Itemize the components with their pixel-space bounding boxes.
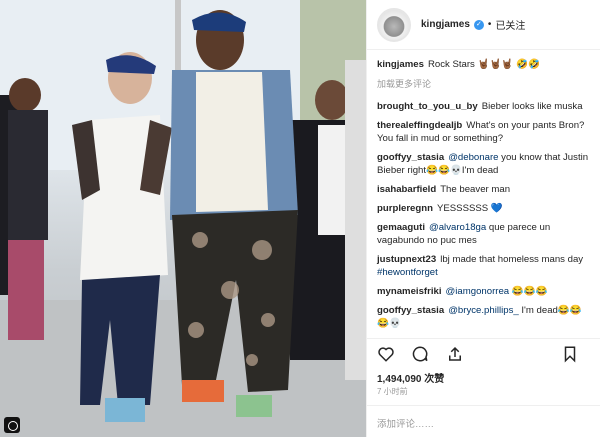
action-bar [367, 338, 600, 368]
heart-icon[interactable] [377, 345, 395, 363]
like-count[interactable]: 1,494,090 次赞 [377, 370, 444, 385]
comment-item: gemaaguti @alvaro18ga que parece un vagab… [377, 221, 590, 247]
post-side-panel: kingjames ✓ • 已关注 kingjames Rock Stars 🤘🏾… [366, 0, 600, 437]
mention-link[interactable]: @debonare [448, 152, 498, 163]
comment-username[interactable]: gooffyy_stasia [377, 305, 444, 316]
comment-text: Bieber looks like muska [481, 101, 583, 112]
post-photo[interactable] [0, 0, 366, 437]
separator-dot: • [487, 19, 492, 30]
comment-item: gooffyy_stasia @debonare you know that Ju… [377, 151, 590, 177]
post-timestamp: 7 小时前 [377, 387, 408, 396]
photo-illustration [0, 0, 366, 437]
comment-text: lbj made that homeless mans day [440, 254, 584, 265]
comment-username[interactable]: justupnext23 [377, 254, 436, 265]
avatar[interactable] [377, 7, 411, 42]
comment-item: mynameisfriki @iamgonorrea 😂😂😂 [377, 285, 590, 298]
verified-badge-icon: ✓ [473, 19, 484, 30]
caption: kingjames Rock Stars 🤘🏾🤘🏾🤘🏾 🤣🤣 [377, 58, 590, 71]
caption-text: Rock Stars 🤘🏾🤘🏾🤘🏾 🤣🤣 [427, 59, 540, 70]
load-more-comments-link[interactable]: 加载更多评论 [377, 77, 590, 90]
mention-link[interactable]: @iamgonorrea [446, 286, 510, 297]
comments-list: kingjames Rock Stars 🤘🏾🤘🏾🤘🏾 🤣🤣 加载更多评论 bro… [367, 50, 600, 335]
comment-username[interactable]: therealeffingdealjb [377, 120, 462, 131]
share-icon[interactable] [446, 345, 464, 363]
bookmark-icon[interactable] [561, 345, 579, 363]
comment-icon[interactable] [411, 345, 429, 363]
comment-item: isahabarfield The beaver man [377, 183, 590, 196]
comment-username[interactable]: brought_to_you_u_by [377, 101, 478, 112]
follow-status-button[interactable]: 已关注 [495, 17, 525, 32]
comment-item: purpleregnn YESSSSSS 💙 [377, 202, 590, 215]
mention-link[interactable]: @bryce.phillips_ [448, 305, 519, 316]
comment-item: justupnext23 lbj made that homeless mans … [377, 253, 590, 279]
comment-item: gooffyy_stasia @bryce.phillips_ I'm dead😂… [377, 304, 590, 330]
comment-item: therealeffingdealjb What's on your pants … [377, 119, 590, 145]
post-username[interactable]: kingjames [421, 19, 470, 30]
comment-text: YESSSSSS 💙 [436, 203, 503, 214]
comment-username[interactable]: isahabarfield [377, 184, 436, 195]
comment-username[interactable]: gooffyy_stasia [377, 152, 444, 163]
comment-text: 😂😂😂 [509, 286, 548, 297]
watermark-logo-icon [4, 417, 20, 433]
comment-items: brought_to_you_u_by Bieber looks like mus… [377, 100, 590, 330]
comment-username[interactable]: gemaaguti [377, 222, 425, 233]
comment-username[interactable]: purpleregnn [377, 203, 433, 214]
comment-text: The beaver man [440, 184, 511, 195]
mention-link[interactable]: #hewontforget [377, 267, 438, 278]
caption-username[interactable]: kingjames [377, 59, 424, 70]
mention-link[interactable]: @alvaro18ga [429, 222, 486, 233]
post-header: kingjames ✓ • 已关注 [367, 0, 600, 50]
comment-username[interactable]: mynameisfriki [377, 286, 442, 297]
comment-item: brought_to_you_u_by Bieber looks like mus… [377, 100, 590, 113]
add-comment-input[interactable]: 添加评论…… [367, 405, 600, 437]
